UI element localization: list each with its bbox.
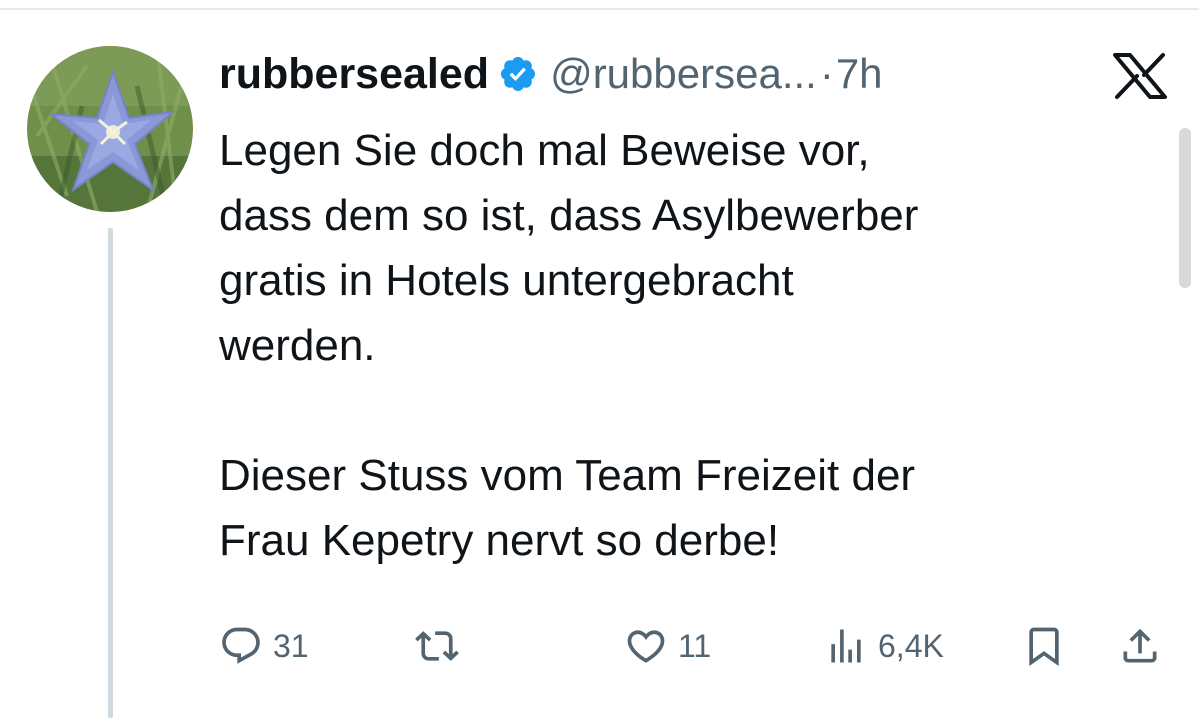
avatar-image [27,46,193,212]
tweet-text-line: Frau Kepetry nervt so derbe! [219,516,780,565]
scrollbar[interactable] [1179,128,1191,288]
verified-badge-icon [498,54,538,94]
top-divider [0,8,1199,10]
separator-dot: · [819,50,834,97]
tweet-text-line: werden. [219,321,376,370]
retweet-button[interactable] [413,616,471,676]
like-count: 11 [678,627,712,664]
reply-icon [219,624,263,668]
tweet-text-line: gratis in Hotels untergebracht [219,256,794,305]
tweet-text-line: dass dem so ist, dass Asylbewerber [219,191,919,240]
handle[interactable]: @rubbersea... [550,50,817,98]
action-bar: 31 11 6,4K [0,616,1199,676]
paragraph-spacer [219,378,1159,443]
tweet-text-line: Dieser Stuss vom Team Freizeit der [219,451,916,500]
tweet-header: rubbersealed @rubbersea... · 7h [219,42,883,106]
retweet-icon [413,624,461,668]
heart-icon [624,624,668,668]
share-button[interactable] [1118,616,1162,676]
views-button[interactable]: 6,4K [824,616,944,676]
like-button[interactable]: 11 [624,616,711,676]
share-icon [1118,622,1162,670]
views-count: 6,4K [878,627,944,664]
tweet-text-line: Legen Sie doch mal Beweise vor, [219,126,870,175]
tweet-text: Legen Sie doch mal Beweise vor, dass dem… [219,118,1159,573]
timestamp[interactable]: 7h [836,50,883,98]
bookmark-icon [1022,622,1066,670]
views-icon [824,624,868,668]
reply-button[interactable]: 31 [219,616,309,676]
reply-count: 31 [273,627,309,664]
display-name[interactable]: rubbersealed [219,50,489,99]
bookmark-button[interactable] [1022,616,1066,676]
avatar[interactable] [27,46,193,212]
x-logo-icon [1111,53,1169,99]
